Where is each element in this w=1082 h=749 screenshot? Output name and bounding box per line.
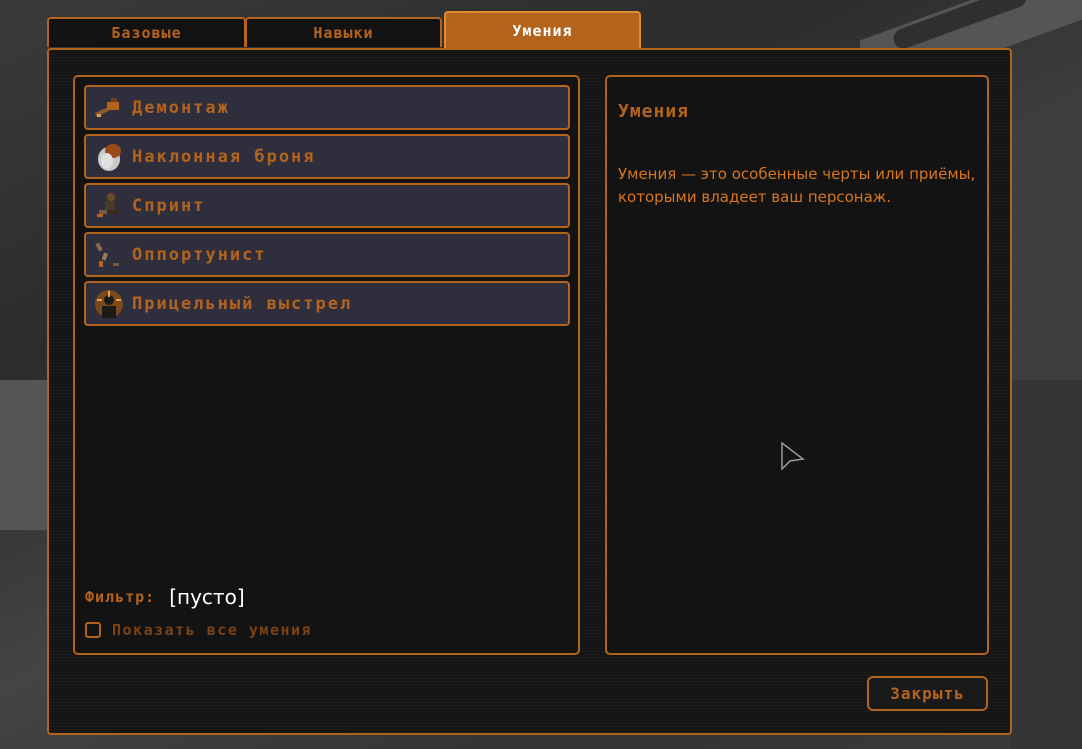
show-all-label: Показать все умения bbox=[112, 621, 313, 639]
description-text: Умения — это особенные черты или приёмы,… bbox=[618, 165, 976, 206]
description-title: Умения bbox=[618, 101, 690, 122]
filter-label: Фильтр: bbox=[85, 588, 156, 606]
perk-label: Прицельный выстрел bbox=[132, 293, 353, 314]
armor-shield-icon bbox=[92, 140, 126, 174]
description-panel: Умения Умения — это особенные черты или … bbox=[605, 75, 989, 655]
close-button[interactable]: Закрыть bbox=[867, 676, 988, 711]
character-panel: Демонтаж Наклонная броня Спринт Оппортун… bbox=[47, 48, 1012, 735]
perk-item-demolition[interactable]: Демонтаж bbox=[84, 85, 570, 130]
perk-label: Наклонная броня bbox=[132, 146, 316, 167]
filter-row: Фильтр: [пусто] bbox=[85, 585, 245, 609]
mouse-cursor-icon bbox=[781, 441, 805, 471]
perk-item-aimed-shot[interactable]: Прицельный выстрел bbox=[84, 281, 570, 326]
tab-perks[interactable]: Умения bbox=[444, 11, 641, 48]
background-wall bbox=[0, 380, 50, 530]
background-wall bbox=[1010, 380, 1082, 749]
filter-input[interactable]: [пусто] bbox=[169, 585, 244, 609]
scattered-bullets-icon bbox=[92, 238, 126, 272]
show-all-perks-toggle[interactable]: Показать все умения bbox=[85, 621, 312, 639]
tab-basic[interactable]: Базовые bbox=[47, 17, 246, 47]
perk-item-opportunist[interactable]: Оппортунист bbox=[84, 232, 570, 277]
tab-skills[interactable]: Навыки bbox=[245, 17, 442, 47]
perk-list-panel: Демонтаж Наклонная броня Спринт Оппортун… bbox=[73, 75, 580, 655]
show-all-checkbox[interactable] bbox=[85, 622, 101, 638]
perk-label: Оппортунист bbox=[132, 244, 267, 265]
perk-label: Демонтаж bbox=[132, 97, 230, 118]
wrench-icon bbox=[92, 91, 126, 125]
background-wall bbox=[1010, 120, 1082, 380]
perk-label: Спринт bbox=[132, 195, 206, 216]
running-figure-icon bbox=[92, 189, 126, 223]
crosshair-head-icon bbox=[92, 287, 126, 321]
perk-item-sprint[interactable]: Спринт bbox=[84, 183, 570, 228]
perk-item-sloped-armor[interactable]: Наклонная броня bbox=[84, 134, 570, 179]
